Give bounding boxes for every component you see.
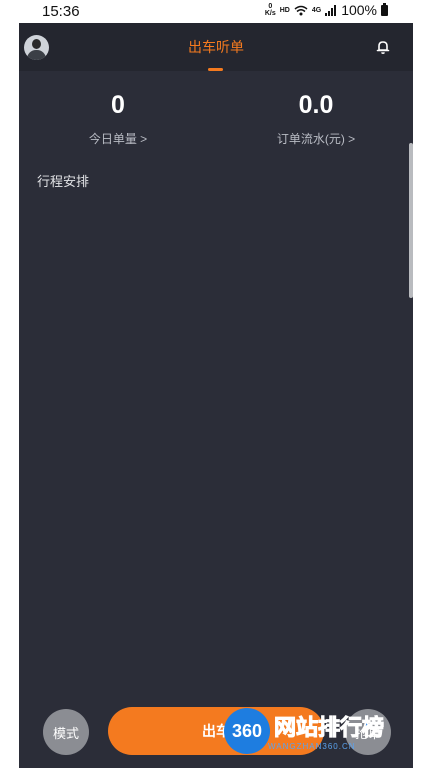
title-underline [208, 68, 223, 71]
stat-label: 今日单量 > [88, 132, 148, 146]
stat-value: 0 [111, 91, 125, 119]
stat-label: 订单流水(元) > [276, 132, 356, 146]
stat-value: 0.0 [298, 91, 334, 119]
scrollbar[interactable] [409, 143, 413, 298]
bell-icon[interactable] [375, 39, 391, 55]
battery-text: 100% [341, 2, 377, 18]
stat-today-orders[interactable]: 0 今日单量 > [33, 90, 203, 147]
watermark-subtext: WANGZHAN360.CN [268, 742, 356, 751]
watermark-text: 网站排行榜 [273, 715, 385, 741]
watermark: 360 网站排行榜 WANGZHAN360.CN [224, 708, 432, 768]
status-icons: 0 K/s HD 4G 100% [265, 2, 388, 18]
stat-order-revenue[interactable]: 0.0 订单流水(元) > [231, 90, 401, 147]
watermark-badge: 360 [224, 708, 270, 754]
status-bar: 15:36 0 K/s HD 4G 100% [0, 0, 432, 23]
wifi-icon [294, 5, 308, 15]
network-type: 4G [311, 6, 322, 14]
page-title: 出车听单 [188, 39, 244, 55]
network-speed: 0 K/s [264, 3, 276, 17]
mode-button[interactable]: 模式 [43, 709, 89, 755]
section-title: 行程安排 [37, 174, 90, 189]
header-bar: 出车听单 [19, 23, 413, 71]
hd-label: HD [279, 6, 290, 14]
app-screen: 出车听单 0 今日单量 > 0.0 订单流水(元) > 行程安排 模式 出车 抢… [19, 23, 413, 768]
signal-icon [325, 4, 337, 16]
status-time: 15:36 [42, 3, 80, 20]
battery-icon [381, 2, 388, 16]
